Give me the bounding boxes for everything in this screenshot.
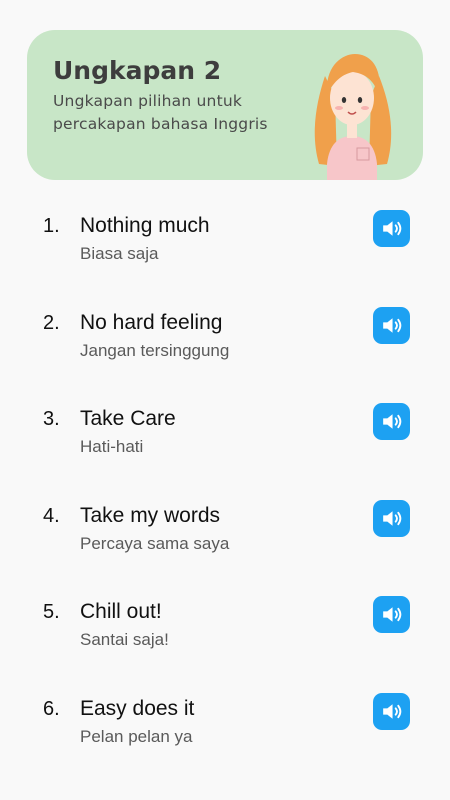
item-number: 1.: [43, 215, 60, 237]
item-phrase: Nothing much: [80, 214, 210, 237]
page-subtitle: Ungkapan pilihan untuk percakapan bahasa…: [53, 92, 268, 133]
play-audio-button[interactable]: [373, 210, 410, 247]
item-phrase: Take my words: [80, 503, 221, 527]
item-phrase: Easy does it: [80, 696, 195, 720]
list-item: 6. Easy does it Pelan pelan ya: [0, 681, 450, 778]
speaker-icon: [383, 703, 402, 719]
item-translation: Jangan tersinggung: [80, 340, 230, 360]
speaker-icon: [383, 510, 402, 526]
item-translation: Biasa saja: [80, 244, 159, 263]
speaker-icon: [383, 317, 402, 333]
item-number: 6.: [43, 697, 60, 720]
item-phrase: Chill out!: [80, 600, 162, 623]
play-audio-button[interactable]: [373, 692, 410, 730]
girl-illustration: [314, 54, 392, 180]
speaker-icon: [383, 607, 402, 622]
list-item: 4. Take my words Percaya sama saya: [0, 488, 450, 585]
item-translation: Pelan pelan ya: [80, 726, 193, 746]
play-audio-button[interactable]: [373, 403, 410, 440]
list-item: 3. Take Care Hati-hati: [0, 391, 450, 488]
item-translation: Hati-hati: [80, 437, 144, 456]
speaker-icon: [383, 414, 402, 429]
list-item: 2. No hard feeling Jangan tersinggung: [0, 295, 450, 392]
item-number: 5.: [43, 601, 60, 623]
phrase-list: 1. Nothing much Biasa saja 2. No hard fe…: [0, 198, 450, 777]
list-item: 1. Nothing much Biasa saja: [0, 198, 450, 295]
speaker-icon: [383, 221, 402, 236]
item-phrase: Take Care: [80, 407, 176, 430]
item-translation: Percaya sama saya: [80, 533, 230, 553]
list-item: 5. Chill out! Santai saja!: [0, 584, 450, 681]
item-number: 3.: [43, 408, 60, 430]
item-translation: Santai saja!: [80, 630, 169, 649]
play-audio-button[interactable]: [373, 306, 410, 344]
item-number: 4.: [43, 504, 60, 527]
play-audio-button[interactable]: [373, 499, 410, 537]
header-card: Ungkapan 2 Ungkapan pilihan untuk percak…: [27, 30, 423, 180]
item-number: 2.: [43, 311, 60, 334]
item-phrase: No hard feeling: [80, 310, 223, 334]
play-audio-button[interactable]: [373, 596, 410, 633]
page-title: Ungkapan 2: [53, 56, 222, 85]
